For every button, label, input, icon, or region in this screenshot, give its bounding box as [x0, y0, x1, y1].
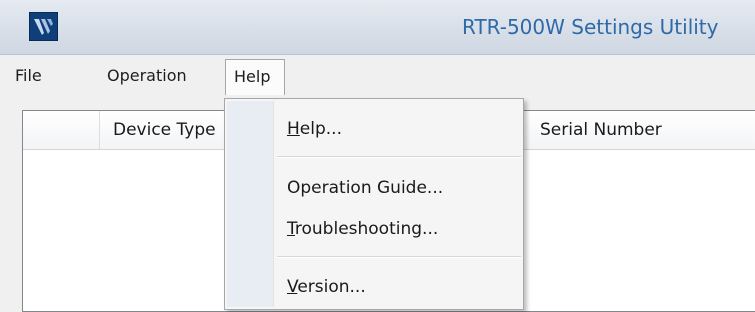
- column-divider[interactable]: [99, 111, 100, 149]
- window-title: RTR-500W Settings Utility: [462, 15, 719, 39]
- menu-item-label: elp...: [299, 119, 342, 139]
- menu-separator: [277, 156, 521, 158]
- app-logo-icon[interactable]: [29, 12, 58, 41]
- mnemonic-letter: V: [287, 277, 298, 297]
- menu-help[interactable]: Help: [225, 59, 286, 95]
- mnemonic-letter: T: [287, 219, 295, 239]
- menu-item-operation-guide[interactable]: Operation Guide...: [287, 173, 443, 203]
- help-dropdown-menu: Help... Operation Guide... Troubleshooti…: [224, 98, 524, 310]
- column-header-serial-number[interactable]: Serial Number: [540, 111, 662, 149]
- menu-bar: File Operation Help: [0, 55, 755, 97]
- menu-separator: [277, 256, 521, 258]
- menu-item-troubleshooting[interactable]: Troubleshooting...: [287, 214, 438, 244]
- menu-file[interactable]: File: [15, 55, 42, 97]
- menu-item-help[interactable]: Help...: [287, 114, 342, 144]
- menu-item-label: Operation Guide...: [287, 178, 444, 198]
- menu-item-version[interactable]: Version...: [287, 272, 366, 302]
- menu-item-label: roubleshooting...: [294, 219, 439, 239]
- menu-operation[interactable]: Operation: [107, 55, 187, 97]
- menu-icon-gutter: [227, 101, 274, 307]
- mnemonic-letter: H: [287, 119, 300, 139]
- title-bar: RTR-500W Settings Utility: [0, 0, 755, 55]
- column-header-device-type[interactable]: Device Type: [113, 111, 216, 149]
- menu-item-label: ersion...: [297, 277, 366, 297]
